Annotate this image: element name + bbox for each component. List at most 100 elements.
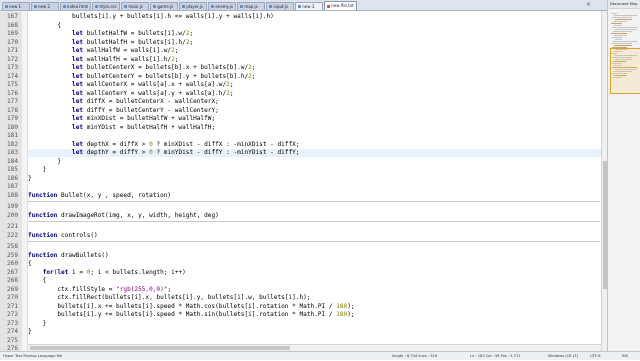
- line-number: 178: [6, 106, 18, 114]
- code-line[interactable]: function drawBullets(): [28, 252, 601, 260]
- file-tab-label: enemy.js: [215, 3, 233, 9]
- code-line[interactable]: {: [28, 277, 601, 285]
- minimap-line: [615, 19, 632, 20]
- minimap-line: [611, 23, 622, 24]
- horizontal-scrollbar-thumb[interactable]: [30, 346, 290, 350]
- code-line[interactable]: [28, 203, 601, 211]
- code-editor[interactable]: bullets[i].y + bullets[i].h <= walls[i].…: [28, 11, 601, 351]
- file-tab[interactable]: input.js: [266, 2, 295, 10]
- code-line[interactable]: let diffY = bulletCenterY - wallCenterY;: [28, 107, 601, 115]
- file-tab[interactable]: new 2: [31, 2, 59, 10]
- minimap-line: [614, 15, 637, 16]
- code-token: bullets[i].y += bullets[i].speed * Math.…: [28, 311, 337, 318]
- file-icon: [95, 5, 99, 8]
- file-tab[interactable]: index.html: [60, 2, 92, 10]
- code-line[interactable]: [28, 243, 601, 251]
- line-number: 222: [6, 231, 18, 239]
- code-token: bullets[i].y + bullets[i].h <= walls[i].…: [28, 13, 274, 20]
- code-line[interactable]: let wallHalfH = walls[i].h/2;: [28, 56, 601, 64]
- horizontal-scrollbar[interactable]: [28, 344, 601, 351]
- file-tab[interactable]: new file.txt: [324, 1, 357, 10]
- code-line[interactable]: }: [28, 158, 601, 166]
- line-number: 173: [6, 64, 18, 71]
- current-code-line[interactable]: let depthY = diffY > 0 ? minYDist - diff…: [28, 149, 601, 157]
- code-line[interactable]: let minXDist = bulletHalfW + wallHalfW;: [28, 115, 601, 123]
- code-line[interactable]: let diffX = bulletCenterX - wallCenterX;: [28, 98, 601, 106]
- code-line[interactable]: }: [28, 175, 601, 183]
- code-line[interactable]: let bulletCenterY = bullets[b].y + bulle…: [28, 73, 601, 81]
- code-line[interactable]: ctx.fillRect(bullets[i].x, bullets[i].y,…: [28, 294, 601, 302]
- code-line[interactable]: {: [28, 22, 601, 30]
- code-token: }: [28, 157, 62, 165]
- code-line[interactable]: let wallHalfW = walls[i].w/2;: [28, 47, 601, 55]
- file-tab[interactable]: game.js: [150, 2, 179, 10]
- code-token: bulletCenterY = bullets[b].y + bullets[b…: [83, 72, 249, 80]
- file-tab-label: new 1: [9, 3, 22, 9]
- code-line[interactable]: let wallCenterY = walls[a].y + walls[a].…: [28, 90, 601, 98]
- file-tab[interactable]: style.css: [92, 2, 121, 10]
- code-token: ;: [174, 55, 179, 63]
- file-tab[interactable]: new 3: [295, 2, 324, 10]
- minimap-line: [615, 29, 637, 30]
- code-line[interactable]: [28, 223, 601, 231]
- file-tab[interactable]: main.js: [121, 2, 150, 10]
- minimap-viewport[interactable]: [610, 48, 640, 94]
- code-line[interactable]: [28, 183, 601, 191]
- line-number: 186: [6, 174, 18, 182]
- code-line[interactable]: }: [28, 320, 601, 328]
- code-line[interactable]: }: [28, 166, 601, 174]
- line-number: 184: [6, 157, 18, 165]
- folded-block-separator: [28, 221, 600, 222]
- line-number: 170: [6, 38, 18, 46]
- code-line[interactable]: bullets[i].x += bullets[i].speed * Math.…: [28, 303, 601, 311]
- code-line[interactable]: let bulletHalfH = bullets[i].h/2;: [28, 39, 601, 47]
- code-line[interactable]: let depthX = diffX > 0 ? minXDist - diff…: [28, 141, 601, 149]
- minimap-line: [611, 33, 627, 34]
- line-number: 271: [6, 302, 18, 310]
- line-number: 272: [6, 311, 18, 318]
- file-tab-label: style.css: [99, 3, 117, 9]
- code-line[interactable]: bullets[i].y += bullets[i].speed * Math.…: [28, 311, 601, 319]
- minimap-line: [614, 45, 632, 46]
- code-line[interactable]: [28, 132, 601, 140]
- code-line[interactable]: ctx.fillStyle = "rgb(255,0,0)";: [28, 286, 601, 294]
- line-number: 270: [6, 294, 18, 301]
- code-line[interactable]: bullets[i].y + bullets[i].h <= walls[i].…: [28, 13, 601, 21]
- minimap-line: [614, 35, 627, 36]
- code-line[interactable]: let bulletHalfW = bullets[i].w/2;: [28, 30, 601, 38]
- file-tab[interactable]: enemy.js: [208, 2, 237, 10]
- code-line[interactable]: let wallCenterX = walls[a].x + walls[a].…: [28, 81, 601, 89]
- code-line[interactable]: function controls(): [28, 232, 601, 240]
- file-tab-label: index.html: [67, 3, 89, 9]
- keyword-token: let: [72, 30, 84, 37]
- code-line[interactable]: let bulletCenterX = bullets[b].x + bulle…: [28, 64, 601, 72]
- line-number: 171: [6, 47, 18, 54]
- code-token: ;: [251, 72, 256, 80]
- file-tab[interactable]: map.js: [237, 2, 266, 10]
- code-token: diffX = bulletCenterX - wallCenterX;: [83, 98, 219, 105]
- minimap-line: [611, 43, 632, 44]
- close-tab-icon[interactable]: ×: [586, 2, 591, 8]
- minimap-line: [614, 25, 622, 26]
- code-line[interactable]: for(let i = 0; i < bullets.length; i++): [28, 269, 601, 277]
- keyword-token: function: [28, 211, 58, 219]
- code-token: ;: [251, 64, 256, 71]
- file-tab[interactable]: player.js: [179, 2, 208, 10]
- code-token: ;: [174, 47, 179, 54]
- code-token: }: [28, 328, 32, 335]
- file-tab[interactable]: new 1: [2, 2, 30, 10]
- code-token: {: [28, 21, 62, 29]
- code-token: }: [28, 319, 47, 327]
- code-line[interactable]: }: [28, 328, 601, 336]
- code-line[interactable]: function drawImageRot(img, x, y, width, …: [28, 212, 601, 220]
- code-line[interactable]: function Bullet(x, y , speed, rotation): [28, 192, 601, 200]
- code-line[interactable]: let minYDist = bulletHalfH + wallHalfH;: [28, 124, 601, 132]
- minimap-line: [612, 17, 632, 18]
- code-token: );: [347, 302, 355, 310]
- code-line[interactable]: {: [28, 260, 601, 268]
